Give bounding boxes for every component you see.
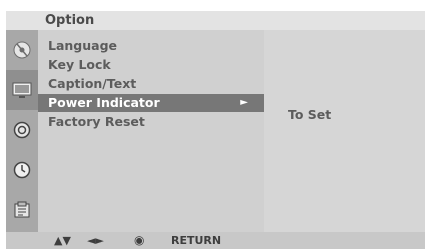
return-label: RETURN	[171, 234, 222, 247]
rail-slot-sound[interactable]	[6, 30, 38, 70]
menu-item-label: Language	[48, 38, 118, 53]
submenu-panel: To Set	[264, 30, 425, 232]
setup-icon	[13, 121, 31, 139]
nav-hint-bar: ▲▼ ◄► ◉ RETURN	[6, 232, 425, 249]
osd-menu: Option Language Key Lock Caption/Text Po…	[6, 11, 425, 249]
title-bar: Option	[6, 11, 425, 30]
menu-item-label: Caption/Text	[48, 76, 137, 91]
updown-arrows-icon: ▲▼	[54, 234, 71, 247]
menu-item-caption-text[interactable]: Caption/Text	[38, 75, 264, 93]
menu-item-label: Power Indicator	[48, 95, 160, 110]
icon-rail	[6, 30, 38, 232]
menu-item-factory-reset[interactable]: Factory Reset	[38, 113, 264, 131]
ok-button-icon: ◉	[134, 233, 145, 247]
menu-title: Option	[45, 13, 95, 28]
rail-slot-screen[interactable]	[6, 70, 38, 110]
sound-icon	[13, 41, 31, 59]
menu-item-power-indicator[interactable]: Power Indicator ►	[38, 94, 264, 112]
clock-icon	[13, 161, 31, 179]
leftright-arrows-icon: ◄►	[87, 234, 104, 247]
screen-icon	[12, 82, 32, 98]
menu-item-label: Factory Reset	[48, 114, 145, 129]
submenu-arrow-icon: ►	[240, 97, 248, 108]
rail-slot-setup[interactable]	[6, 110, 38, 150]
lock-icon	[14, 201, 30, 218]
menu-item-label: Key Lock	[48, 57, 111, 72]
menu-item-key-lock[interactable]: Key Lock	[38, 56, 264, 74]
submenu-option-to-set[interactable]: To Set	[288, 107, 331, 122]
menu-item-language[interactable]: Language	[38, 37, 264, 55]
rail-slot-clock[interactable]	[6, 150, 38, 190]
option-menu-list: Language Key Lock Caption/Text Power Ind…	[38, 30, 264, 232]
rail-slot-lock[interactable]	[6, 190, 38, 230]
